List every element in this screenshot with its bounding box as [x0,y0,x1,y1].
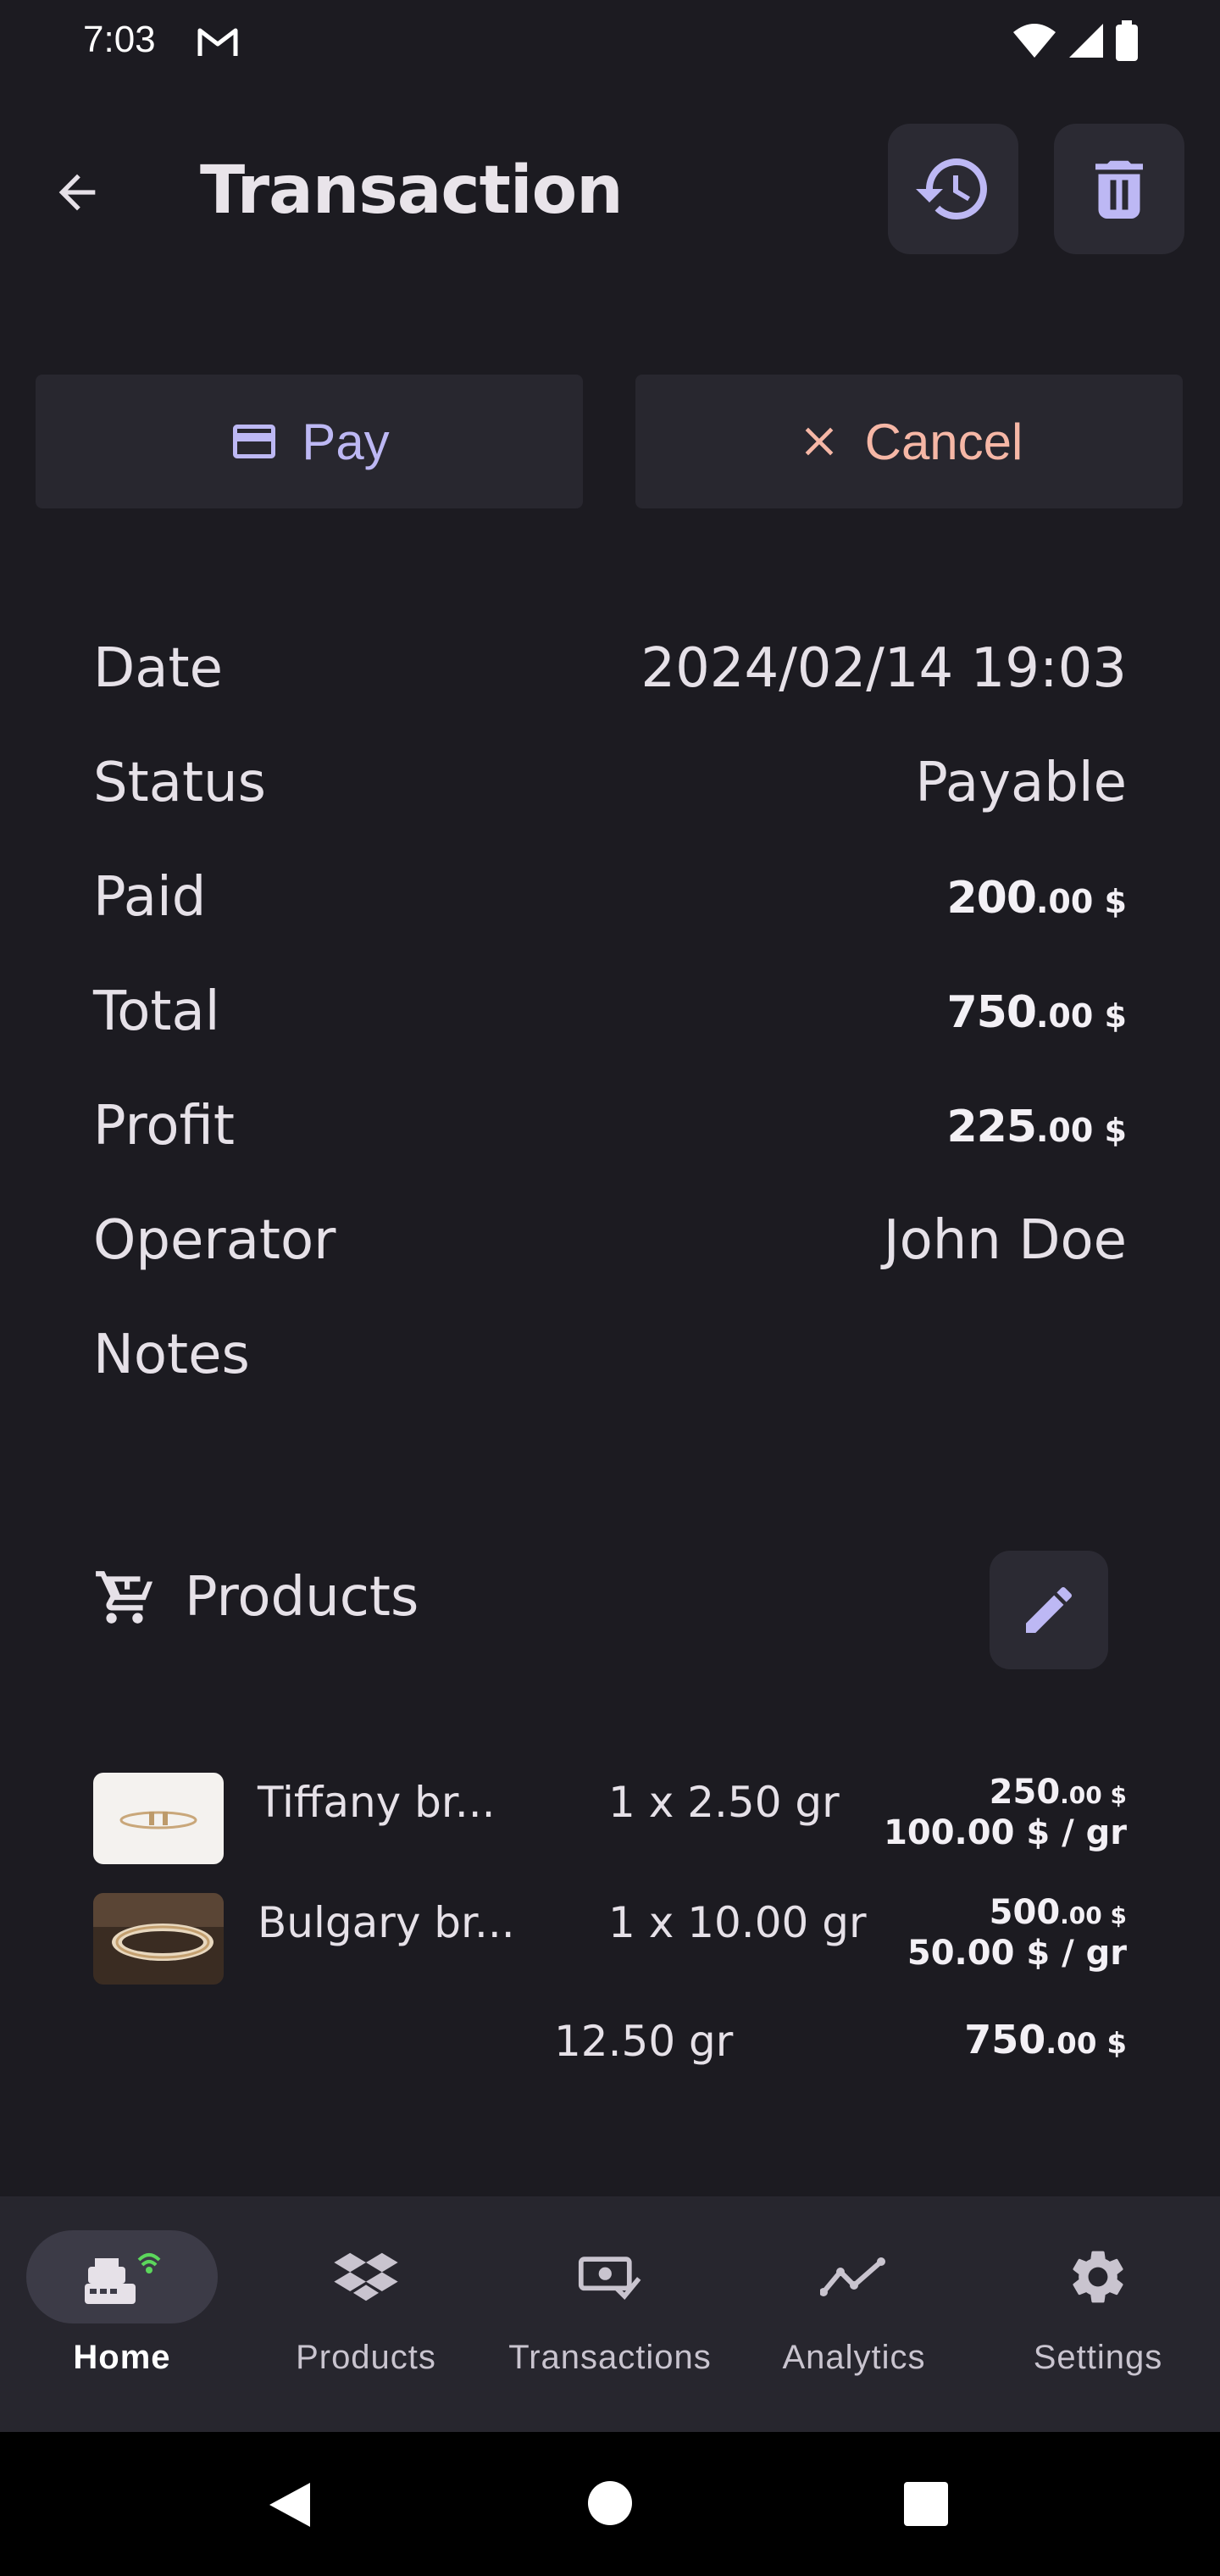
product-price-int: 500 [989,1893,1061,1932]
date-label: Date [93,637,223,700]
nav-item-settings[interactable]: Settings [976,2230,1220,2400]
profit-amount: 225.00 $ [946,1102,1127,1152]
nav-label: Analytics [782,2339,926,2376]
cancel-button[interactable]: Cancel [635,375,1183,508]
product-unit-price: 50.00 $ / gr [907,1934,1127,1973]
delete-button[interactable] [1054,124,1184,254]
product-price-dec: .00 $ [1060,1901,1127,1929]
paid-int: 200 [946,873,1037,924]
product-price: 250.00 $ 100.00 $ / gr [884,1773,1127,1852]
date-row: Date 2024/02/14 19:03 [93,637,1127,722]
profit-int: 225 [946,1102,1037,1152]
top-app-bar: Transaction [0,119,1220,263]
credit-card-icon [233,425,276,458]
pay-button[interactable]: Pay [36,375,583,508]
system-home-icon[interactable] [586,2479,634,2527]
product-name: Bulgary br... [258,1898,515,1947]
product-name: Tiffany br... [258,1778,496,1827]
product-unit-price: 100.00 $ / gr [884,1813,1127,1852]
paid-dec: .00 $ [1036,883,1127,920]
paid-label: Paid [93,866,207,929]
back-button[interactable] [39,154,115,230]
operator-value: John Doe [883,1209,1127,1272]
gmail-icon [197,28,238,56]
profit-row: Profit 225.00 $ [93,1095,1127,1180]
list-item[interactable]: Tiffany br... 1 x 2.50 gr 250.00 $ 100.0… [93,1773,1127,1883]
products-total-price: 750.00 $ [964,2017,1127,2062]
operator-label: Operator [93,1209,336,1272]
nav-pill [1002,2230,1194,2323]
gear-icon [1073,2251,1123,2303]
wifi-icon [1013,24,1056,58]
nav-item-transactions[interactable]: Transactions [488,2230,732,2400]
nav-item-home[interactable]: Home [0,2230,244,2400]
total-amount: 750.00 $ [946,987,1127,1038]
cart-icon [96,1571,153,1624]
nav-pill [26,2230,218,2323]
nav-item-products[interactable]: Products [244,2230,488,2400]
total-int: 750 [946,987,1037,1038]
trend-line-icon [820,2257,885,2296]
system-recents-icon[interactable] [903,2481,949,2527]
nav-label: Transactions [508,2339,712,2376]
signal-icon [1069,24,1103,58]
total-weight: 12.50 gr [554,2017,734,2066]
profit-dec: .00 $ [1036,1112,1127,1149]
paid-row: Paid 200.00 $ [93,866,1127,951]
nav-pill [758,2230,950,2323]
products-header: Products [93,1551,1110,1678]
products-title: Products [185,1566,419,1629]
cash-register-icon [85,2253,161,2304]
status-value: Payable [915,752,1127,814]
product-price-int: 250 [989,1773,1061,1812]
battery-icon [1116,20,1138,61]
close-icon [805,427,833,456]
list-item[interactable]: Bulgary br... 1 x 10.00 gr 500.00 $ 50.0… [93,1893,1127,2003]
history-icon [916,158,987,220]
product-quantity: 1 x 10.00 gr [608,1898,867,1947]
trash-icon [1095,160,1143,219]
product-quantity: 1 x 2.50 gr [608,1778,840,1827]
nav-pill [514,2230,706,2323]
nav-pill [270,2230,462,2323]
total-dec: .00 $ [1036,997,1127,1035]
product-price: 500.00 $ 50.00 $ / gr [907,1893,1127,1973]
pencil-icon [1026,1586,1073,1633]
products-total-int: 750 [964,2017,1046,2062]
nav-label: Home [73,2339,171,2376]
edit-products-button[interactable] [990,1551,1108,1669]
system-back-icon[interactable] [264,2479,315,2530]
total-label: Total [93,980,220,1043]
notes-label: Notes [93,1324,250,1386]
bottom-navigation: Home Products Transactions Analytics Set… [0,2196,1220,2432]
cancel-label: Cancel [864,413,1023,470]
status-time: 7:03 [83,19,156,60]
arrow-back-icon [58,174,96,211]
status-row: Status Payable [93,752,1127,836]
system-navigation-bar [0,2432,1220,2576]
products-total-dec: .00 $ [1045,2027,1127,2061]
product-thumbnail [93,1773,224,1864]
profit-label: Profit [93,1095,235,1158]
products-totals: 12.50 gr 750.00 $ [93,2017,1127,2085]
total-row: Total 750.00 $ [93,980,1127,1065]
status-bar: 7:03 [0,0,1220,85]
product-thumbnail [93,1893,224,1985]
notes-row: Notes [93,1324,1127,1408]
page-title: Transaction [200,153,624,229]
operator-row: Operator John Doe [93,1209,1127,1294]
product-price-dec: .00 $ [1060,1781,1127,1809]
money-check-icon [578,2257,641,2301]
pay-label: Pay [302,413,390,470]
nav-label: Settings [1033,2339,1163,2376]
status-label: Status [93,752,266,814]
paid-amount: 200.00 $ [946,873,1127,924]
history-button[interactable] [888,124,1018,254]
nav-item-analytics[interactable]: Analytics [732,2230,976,2400]
dropbox-icon [334,2252,398,2301]
nav-label: Products [296,2339,436,2376]
date-value: 2024/02/14 19:03 [640,637,1127,700]
